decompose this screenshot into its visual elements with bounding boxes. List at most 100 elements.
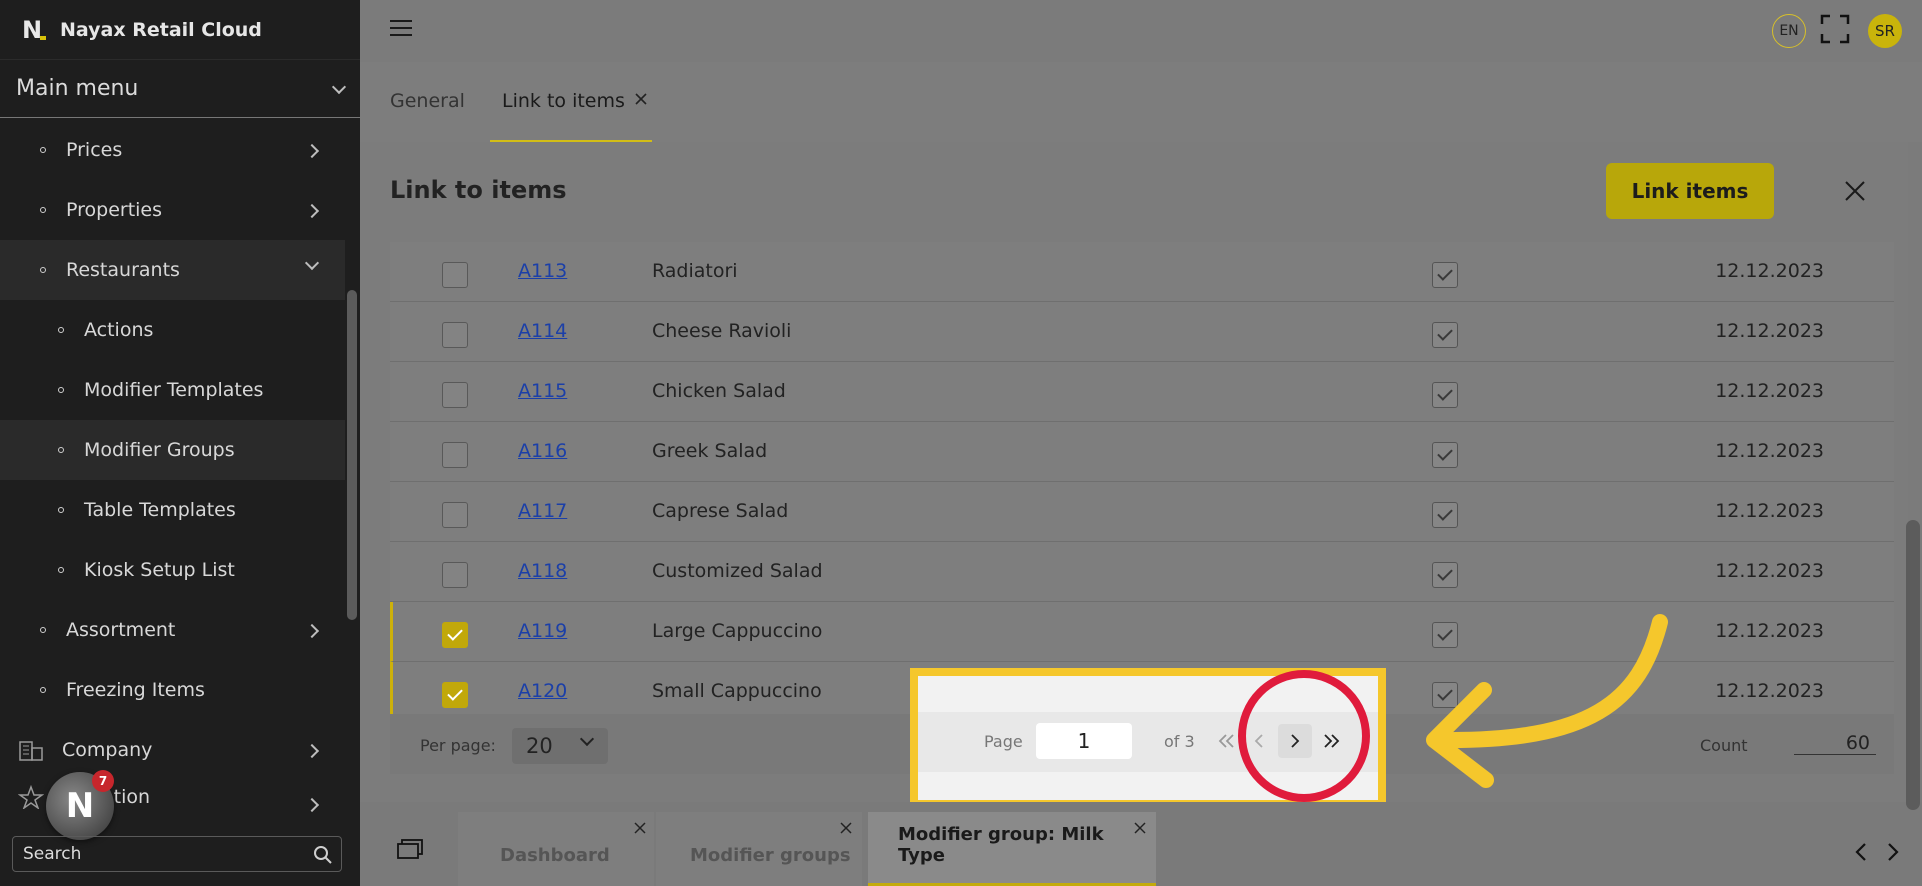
item-code-link[interactable]: A114 [518,320,567,342]
item-code-link[interactable]: A117 [518,500,567,522]
sidebar-item-assortment[interactable]: Assortment [0,600,345,660]
pointer-arrow-icon [1426,614,1668,788]
bottom-tabs-bar: Dashboard Modifier groups Modifier group… [360,802,1922,886]
sidebar-item-label: Modifier Templates [84,379,264,401]
sidebar-item-modifier-templates[interactable]: Modifier Templates [0,360,345,420]
per-page-select[interactable]: 20 [512,728,608,764]
row-select-checkbox[interactable] [442,262,468,288]
bottom-tab-modifier-group-milk-type[interactable]: Modifier group: Milk Type [868,812,1156,886]
item-name: Chicken Salad [652,380,786,402]
item-name: Large Cappuccino [652,620,823,642]
link-items-button[interactable]: Link items [1606,163,1774,219]
bottom-tab-dashboard[interactable]: Dashboard [458,812,654,886]
table-row[interactable]: A117 Caprese Salad 12.12.2023 [390,482,1894,542]
item-date: 12.12.2023 [1715,680,1824,702]
page-scrollbar[interactable] [1906,520,1920,810]
count-label: Count [1700,736,1748,755]
hamburger-menu-icon[interactable] [390,20,412,38]
close-icon[interactable] [1134,822,1146,834]
active-checkbox [1432,502,1458,528]
item-date: 12.12.2023 [1715,260,1824,282]
chevron-right-icon[interactable] [1886,842,1900,862]
search-icon[interactable] [313,845,333,865]
item-date: 12.12.2023 [1715,560,1824,582]
active-checkbox [1432,382,1458,408]
sidebar-item-label: Properties [66,199,163,221]
tab-general[interactable]: General [390,90,465,112]
fullscreen-icon[interactable] [1820,14,1850,44]
item-name: Small Cappuccino [652,680,822,702]
main-menu-label: Main menu [16,76,139,101]
sidebar-item-label: Actions [84,319,154,341]
row-select-checkbox[interactable] [442,322,468,348]
chevron-down-icon [304,255,320,271]
row-select-checkbox[interactable] [442,442,468,468]
item-name: Greek Salad [652,440,768,462]
windows-icon[interactable] [396,838,424,860]
item-code-link[interactable]: A113 [518,260,567,282]
bullet-icon [58,507,64,513]
bottom-tab-label: Dashboard [500,845,610,866]
active-checkbox [1432,262,1458,288]
item-code-link[interactable]: A120 [518,680,567,702]
sidebar-item-restaurants[interactable]: Restaurants [0,240,345,300]
table-row[interactable]: A114 Cheese Ravioli 12.12.2023 [390,302,1894,362]
close-icon[interactable] [1844,180,1866,202]
item-date: 12.12.2023 [1715,500,1824,522]
page-number-input[interactable]: 1 [1036,723,1132,759]
sidebar-item-company[interactable]: Company [0,720,345,780]
star-icon [18,785,44,809]
row-select-checkbox[interactable] [442,682,468,708]
item-date: 12.12.2023 [1715,320,1824,342]
bullet-icon [40,687,46,693]
item-code-link[interactable]: A118 [518,560,567,582]
close-icon[interactable] [634,822,646,834]
sidebar-menu: Prices Properties Restaurants Actions Mo… [0,120,345,814]
row-select-checkbox[interactable] [442,562,468,588]
main-menu-toggle[interactable]: Main menu [0,60,360,118]
row-select-checkbox[interactable] [442,502,468,528]
bottom-tab-label: Modifier groups [690,845,851,866]
language-switch[interactable]: EN [1772,14,1806,48]
sidebar-item-properties[interactable]: Properties [0,180,345,240]
table-row[interactable]: A113 Radiatori 12.12.2023 [390,242,1894,302]
item-code-link[interactable]: A115 [518,380,567,402]
bullet-icon [40,207,46,213]
chevron-down-icon [579,731,595,747]
close-icon[interactable] [840,822,852,834]
bullet-icon [58,447,64,453]
item-date: 12.12.2023 [1715,380,1824,402]
active-checkbox [1432,442,1458,468]
item-name: Cheese Ravioli [652,320,792,342]
item-code-link[interactable]: A119 [518,620,567,642]
sidebar-item-prices[interactable]: Prices [0,120,345,180]
row-select-checkbox[interactable] [442,382,468,408]
notification-avatar[interactable]: N 7 [46,770,114,840]
sidebar-item-kiosk-setup-list[interactable]: Kiosk Setup List [0,540,345,600]
table-row[interactable]: A116 Greek Salad 12.12.2023 [390,422,1894,482]
brand: N Nayax Retail Cloud [0,0,360,60]
bottom-tab-modifier-groups[interactable]: Modifier groups [656,812,862,886]
page-total: of 3 [1164,732,1195,751]
row-select-checkbox[interactable] [442,622,468,648]
sidebar-item-table-templates[interactable]: Table Templates [0,480,345,540]
user-avatar[interactable]: SR [1868,14,1902,48]
item-name: Radiatori [652,260,738,282]
sidebar-item-label: Restaurants [66,259,180,281]
item-code-link[interactable]: A116 [518,440,567,462]
sidebar-search-input[interactable]: Search [12,836,342,872]
chevron-left-icon[interactable] [1854,842,1868,862]
per-page-value: 20 [526,734,553,758]
sidebar-scrollbar[interactable] [347,290,357,620]
item-name: Customized Salad [652,560,823,582]
close-icon[interactable] [634,92,648,106]
table-row[interactable]: A115 Chicken Salad 12.12.2023 [390,362,1894,422]
table-row[interactable]: A118 Customized Salad 12.12.2023 [390,542,1894,602]
sidebar-item-modifier-groups[interactable]: Modifier Groups [0,420,345,480]
sidebar-item-freezing-items[interactable]: Freezing Items [0,660,345,720]
sidebar-item-label: Freezing Items [66,679,205,701]
bullet-icon [58,327,64,333]
bullet-icon [40,267,46,273]
tab-link-to-items[interactable]: Link to items [502,90,625,112]
sidebar-item-actions[interactable]: Actions [0,300,345,360]
